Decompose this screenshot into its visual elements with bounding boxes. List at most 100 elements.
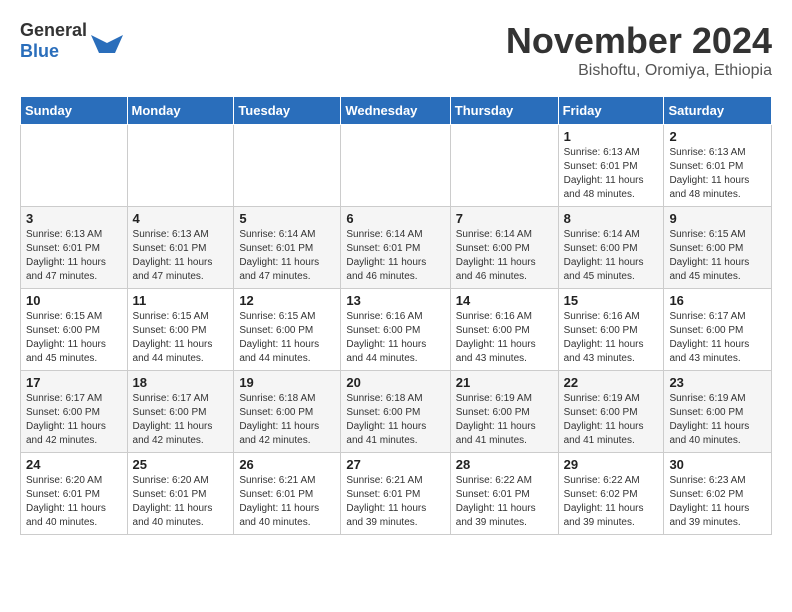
day-info: Sunrise: 6:15 AMSunset: 6:00 PMDaylight:… — [26, 310, 122, 366]
day-info: Sunrise: 6:15 AMSunset: 6:00 PMDaylight:… — [133, 310, 229, 366]
day-number: 26 — [239, 457, 335, 472]
day-number: 4 — [133, 211, 229, 226]
day-info: Sunrise: 6:19 AMSunset: 6:00 PMDaylight:… — [669, 392, 766, 448]
calendar-cell — [450, 125, 558, 207]
calendar-cell: 24 Sunrise: 6:20 AMSunset: 6:01 PMDayligh… — [21, 453, 128, 535]
calendar-cell: 19Sunrise: 6:18 AMSunset: 6:00 PMDayligh… — [234, 371, 341, 453]
day-info: Sunrise: 6:19 AMSunset: 6:00 PMDaylight:… — [564, 392, 659, 448]
day-info: Sunrise: 6:17 AMSunset: 6:00 PMDaylight:… — [26, 392, 122, 448]
day-info: Sunrise: 6:21 AMSunset: 6:01 PMDaylight:… — [346, 474, 444, 530]
location-subtitle: Bishoftu, Oromiya, Ethiopia — [506, 62, 772, 80]
day-number: 18 — [133, 375, 229, 390]
day-info: Sunrise: 6:13 AMSunset: 6:01 PMDaylight:… — [133, 228, 229, 284]
calendar-cell: 8 Sunrise: 6:14 AMSunset: 6:00 PMDaylight… — [558, 207, 664, 289]
calendar-cell: 29 Sunrise: 6:22 AMSunset: 6:02 PMDayligh… — [558, 453, 664, 535]
day-number: 8 — [564, 211, 659, 226]
calendar-cell: 12 Sunrise: 6:15 AMSunset: 6:00 PMDayligh… — [234, 289, 341, 371]
day-number: 17 — [26, 375, 122, 390]
day-number: 28 — [456, 457, 553, 472]
logo: General Blue — [20, 20, 123, 62]
logo-blue: Blue — [20, 41, 59, 61]
col-friday: Friday — [558, 97, 664, 125]
calendar-cell: 26 Sunrise: 6:21 AMSunset: 6:01 PMDayligh… — [234, 453, 341, 535]
day-info: Sunrise: 6:13 AMSunset: 6:01 PMDaylight:… — [26, 228, 122, 284]
calendar-week-1: 1 Sunrise: 6:13 AMSunset: 6:01 PMDaylight… — [21, 125, 772, 207]
header-row: Sunday Monday Tuesday Wednesday Thursday… — [21, 97, 772, 125]
calendar-cell: 13 Sunrise: 6:16 AMSunset: 6:00 PMDayligh… — [341, 289, 450, 371]
day-number: 16 — [669, 293, 766, 308]
col-wednesday: Wednesday — [341, 97, 450, 125]
day-number: 19 — [239, 375, 335, 390]
day-number: 22 — [564, 375, 659, 390]
day-info: Sunrise: 6:18 AMSunset: 6:00 PMDaylight:… — [346, 392, 444, 448]
calendar-week-5: 24 Sunrise: 6:20 AMSunset: 6:01 PMDayligh… — [21, 453, 772, 535]
day-number: 12 — [239, 293, 335, 308]
day-number: 29 — [564, 457, 659, 472]
col-monday: Monday — [127, 97, 234, 125]
day-info: Sunrise: 6:22 AMSunset: 6:02 PMDaylight:… — [564, 474, 659, 530]
calendar-cell: 28 Sunrise: 6:22 AMSunset: 6:01 PMDayligh… — [450, 453, 558, 535]
header: General Blue November 2024 Bishoftu, Oro… — [20, 20, 772, 80]
day-number: 7 — [456, 211, 553, 226]
day-number: 6 — [346, 211, 444, 226]
day-info: Sunrise: 6:14 AMSunset: 6:01 PMDaylight:… — [239, 228, 335, 284]
day-info: Sunrise: 6:23 AMSunset: 6:02 PMDaylight:… — [669, 474, 766, 530]
day-info: Sunrise: 6:13 AMSunset: 6:01 PMDaylight:… — [564, 146, 659, 202]
calendar-cell: 30Sunrise: 6:23 AMSunset: 6:02 PMDayligh… — [664, 453, 772, 535]
calendar-cell: 5 Sunrise: 6:14 AMSunset: 6:01 PMDaylight… — [234, 207, 341, 289]
logo-icon — [91, 25, 123, 57]
day-number: 3 — [26, 211, 122, 226]
calendar-cell: 20 Sunrise: 6:18 AMSunset: 6:00 PMDayligh… — [341, 371, 450, 453]
calendar-body: 1 Sunrise: 6:13 AMSunset: 6:01 PMDaylight… — [21, 125, 772, 535]
calendar-cell: 14Sunrise: 6:16 AMSunset: 6:00 PMDayligh… — [450, 289, 558, 371]
calendar-week-3: 10 Sunrise: 6:15 AMSunset: 6:00 PMDayligh… — [21, 289, 772, 371]
day-number: 5 — [239, 211, 335, 226]
calendar-cell: 25 Sunrise: 6:20 AMSunset: 6:01 PMDayligh… — [127, 453, 234, 535]
calendar-cell: 21 Sunrise: 6:19 AMSunset: 6:00 PMDayligh… — [450, 371, 558, 453]
title-area: November 2024 Bishoftu, Oromiya, Ethiopi… — [506, 20, 772, 80]
day-number: 21 — [456, 375, 553, 390]
calendar-cell: 2Sunrise: 6:13 AMSunset: 6:01 PMDaylight… — [664, 125, 772, 207]
day-number: 1 — [564, 129, 659, 144]
col-thursday: Thursday — [450, 97, 558, 125]
day-info: Sunrise: 6:14 AMSunset: 6:00 PMDaylight:… — [564, 228, 659, 284]
day-number: 24 — [26, 457, 122, 472]
day-info: Sunrise: 6:15 AMSunset: 6:00 PMDaylight:… — [239, 310, 335, 366]
day-info: Sunrise: 6:22 AMSunset: 6:01 PMDaylight:… — [456, 474, 553, 530]
day-number: 27 — [346, 457, 444, 472]
logo-general: General — [20, 20, 87, 40]
day-info: Sunrise: 6:21 AMSunset: 6:01 PMDaylight:… — [239, 474, 335, 530]
calendar-cell: 11Sunrise: 6:15 AMSunset: 6:00 PMDayligh… — [127, 289, 234, 371]
calendar-cell — [234, 125, 341, 207]
day-info: Sunrise: 6:16 AMSunset: 6:00 PMDaylight:… — [456, 310, 553, 366]
day-info: Sunrise: 6:17 AMSunset: 6:00 PMDaylight:… — [133, 392, 229, 448]
calendar-cell: 7 Sunrise: 6:14 AMSunset: 6:00 PMDaylight… — [450, 207, 558, 289]
calendar-cell — [21, 125, 128, 207]
day-info: Sunrise: 6:20 AMSunset: 6:01 PMDaylight:… — [133, 474, 229, 530]
day-number: 10 — [26, 293, 122, 308]
calendar-cell: 15Sunrise: 6:16 AMSunset: 6:00 PMDayligh… — [558, 289, 664, 371]
day-info: Sunrise: 6:16 AMSunset: 6:00 PMDaylight:… — [564, 310, 659, 366]
calendar-table: Sunday Monday Tuesday Wednesday Thursday… — [20, 96, 772, 535]
day-number: 13 — [346, 293, 444, 308]
logo-text: General Blue — [20, 20, 87, 62]
calendar-cell: 3 Sunrise: 6:13 AMSunset: 6:01 PMDaylight… — [21, 207, 128, 289]
day-info: Sunrise: 6:16 AMSunset: 6:00 PMDaylight:… — [346, 310, 444, 366]
day-info: Sunrise: 6:14 AMSunset: 6:00 PMDaylight:… — [456, 228, 553, 284]
day-info: Sunrise: 6:20 AMSunset: 6:01 PMDaylight:… — [26, 474, 122, 530]
day-info: Sunrise: 6:14 AMSunset: 6:01 PMDaylight:… — [346, 228, 444, 284]
calendar-cell: 22 Sunrise: 6:19 AMSunset: 6:00 PMDayligh… — [558, 371, 664, 453]
calendar-cell: 23Sunrise: 6:19 AMSunset: 6:00 PMDayligh… — [664, 371, 772, 453]
calendar-cell: 18 Sunrise: 6:17 AMSunset: 6:00 PMDayligh… — [127, 371, 234, 453]
calendar-cell: 27 Sunrise: 6:21 AMSunset: 6:01 PMDayligh… — [341, 453, 450, 535]
calendar-cell: 4 Sunrise: 6:13 AMSunset: 6:01 PMDaylight… — [127, 207, 234, 289]
calendar-week-2: 3 Sunrise: 6:13 AMSunset: 6:01 PMDaylight… — [21, 207, 772, 289]
day-info: Sunrise: 6:17 AMSunset: 6:00 PMDaylight:… — [669, 310, 766, 366]
calendar-cell: 1 Sunrise: 6:13 AMSunset: 6:01 PMDaylight… — [558, 125, 664, 207]
day-number: 20 — [346, 375, 444, 390]
day-info: Sunrise: 6:15 AMSunset: 6:00 PMDaylight:… — [669, 228, 766, 284]
day-number: 25 — [133, 457, 229, 472]
day-info: Sunrise: 6:19 AMSunset: 6:00 PMDaylight:… — [456, 392, 553, 448]
calendar-cell: 10 Sunrise: 6:15 AMSunset: 6:00 PMDayligh… — [21, 289, 128, 371]
day-number: 2 — [669, 129, 766, 144]
